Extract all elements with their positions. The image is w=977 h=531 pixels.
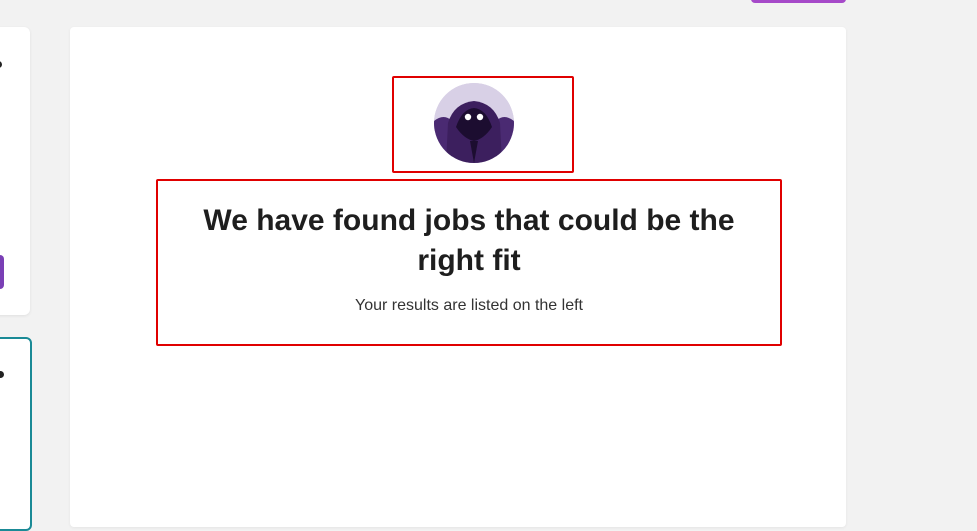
results-subtext: Your results are listed on the left [355,297,583,314]
apply-button[interactable] [0,255,4,289]
bullet-icon [0,61,2,68]
avatar-highlight-box [392,76,574,173]
hooded-figure-icon [434,83,514,163]
top-action-button[interactable] [751,0,846,3]
message-highlight-box: We have found jobs that could be the rig… [156,179,782,346]
job-card-selected[interactable] [0,337,32,531]
job-card[interactable] [0,27,30,315]
results-headline: We have found jobs that could be the rig… [203,204,735,277]
bullet-icon [0,371,4,378]
